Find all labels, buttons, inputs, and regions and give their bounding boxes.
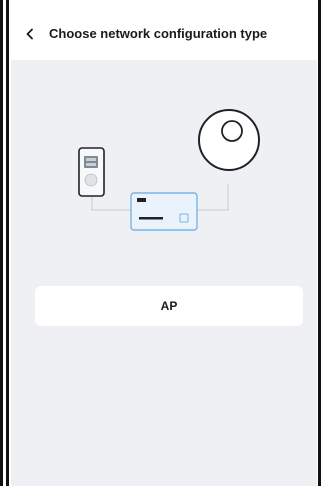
phone-icon	[78, 147, 105, 197]
chevron-left-icon	[26, 28, 33, 40]
router-icon	[130, 192, 198, 231]
back-button[interactable]	[21, 24, 39, 44]
frame-border-left-inner	[6, 0, 9, 486]
app-frame: Choose network configuration type AP	[0, 0, 321, 486]
network-illustration	[78, 109, 260, 231]
top-bar: Choose network configuration type	[11, 0, 317, 60]
ap-option-label: AP	[160, 299, 178, 313]
ap-option-button[interactable]: AP	[35, 286, 303, 326]
frame-border-left	[0, 0, 3, 486]
phone-screen: Choose network configuration type AP	[11, 0, 317, 486]
page-title: Choose network configuration type	[49, 26, 268, 41]
robot-vacuum-icon	[198, 109, 260, 171]
